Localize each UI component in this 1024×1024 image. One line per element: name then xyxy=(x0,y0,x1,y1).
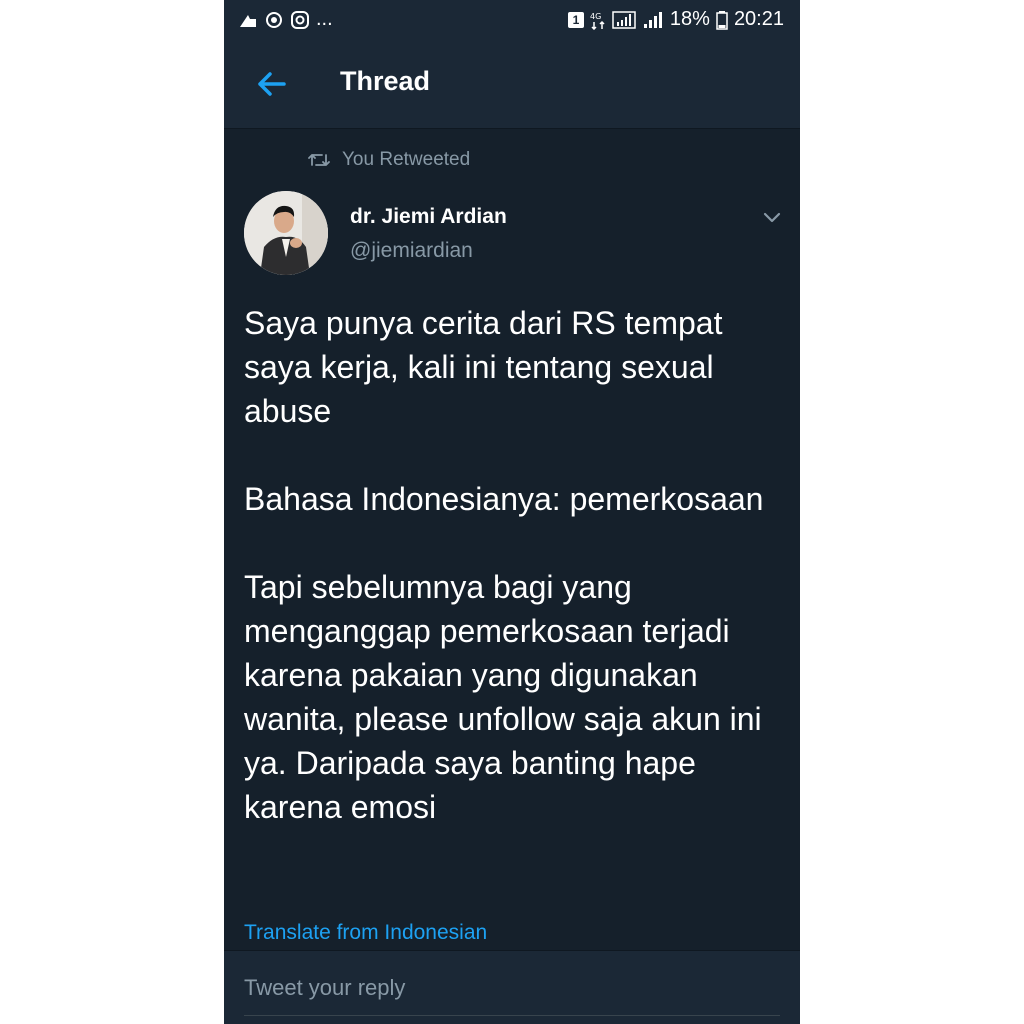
retweet-context: You Retweeted xyxy=(308,149,470,171)
notification-icon xyxy=(240,14,256,27)
arrow-left-icon xyxy=(258,72,286,96)
instagram-icon xyxy=(291,10,309,29)
chevron-down-icon xyxy=(763,212,781,223)
sync-icon xyxy=(266,11,282,28)
back-button[interactable] xyxy=(252,66,292,102)
cell-signal-icon xyxy=(643,11,662,28)
sim-badge: 1 xyxy=(567,11,584,28)
page-title: Thread xyxy=(340,66,431,96)
author-name[interactable]: dr. Jiemi Ardian xyxy=(350,205,507,229)
battery-icon xyxy=(716,10,728,30)
author-handle[interactable]: @jiemiardian xyxy=(350,239,473,263)
status-time: 20:21 xyxy=(733,8,784,30)
avatar[interactable] xyxy=(244,191,328,275)
wifi-signal-icon xyxy=(612,10,636,29)
avatar-photo xyxy=(244,191,328,275)
svg-text:4G: 4G xyxy=(590,12,601,21)
retweet-label: You Retweeted xyxy=(342,149,471,170)
tweet-text: Saya punya cerita dari RS tempat saya ke… xyxy=(244,305,764,825)
tweet-detail: You Retweeted dr. Jiemi Ardian @jiemiard… xyxy=(224,129,800,950)
status-bar: ... 1 4G 18% 20:21 xyxy=(224,0,800,40)
phone-screen: ... 1 4G 18% 20:21 Thread You Retweeted … xyxy=(224,0,800,1024)
status-left-icons: ... xyxy=(238,8,333,31)
tweet-menu-button[interactable] xyxy=(760,205,784,229)
reply-underline xyxy=(244,1015,780,1016)
app-header: Thread xyxy=(224,40,800,129)
reply-composer: Tweet your reply xyxy=(224,950,800,1024)
retweet-icon xyxy=(308,154,330,166)
translate-link[interactable]: Translate from Indonesian xyxy=(244,921,487,945)
status-right-icons: 1 4G 18% 20:21 xyxy=(567,8,784,31)
network-4g-icon: 4G xyxy=(590,12,605,30)
battery-percent: 18% xyxy=(669,8,710,30)
status-more: ... xyxy=(316,8,333,30)
reply-input[interactable]: Tweet your reply xyxy=(244,975,405,1001)
